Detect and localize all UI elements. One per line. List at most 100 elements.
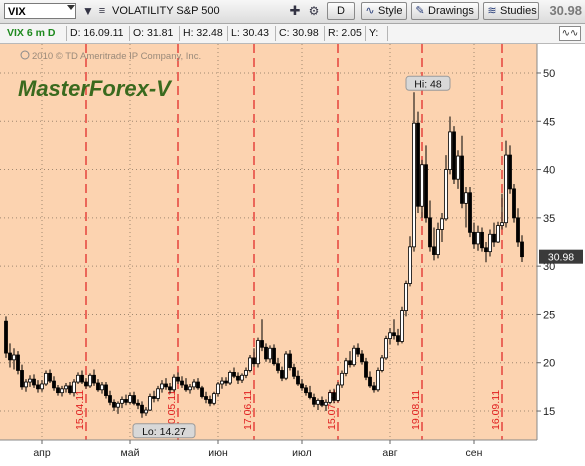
candle-body[interactable] <box>380 357 384 371</box>
candle-body[interactable] <box>296 375 300 385</box>
candle-body[interactable] <box>420 164 424 207</box>
candle-body[interactable] <box>88 374 92 387</box>
candle-body[interactable] <box>192 381 196 388</box>
candle-body[interactable] <box>8 352 12 361</box>
candle-body[interactable] <box>52 380 56 389</box>
candle-body[interactable] <box>184 384 188 391</box>
candle-body[interactable] <box>20 370 24 388</box>
candle-body[interactable] <box>148 396 152 411</box>
candle-body[interactable] <box>368 376 372 387</box>
candle-body[interactable] <box>340 372 344 386</box>
candle-body[interactable] <box>320 399 324 406</box>
symbol-input[interactable]: VIX <box>4 3 76 19</box>
candle-body[interactable] <box>336 384 340 401</box>
period-button[interactable]: D <box>327 2 355 20</box>
candle-body[interactable] <box>244 370 248 376</box>
candle-body[interactable] <box>348 360 352 366</box>
candle-body[interactable] <box>316 399 320 405</box>
candle-body[interactable] <box>44 372 48 385</box>
drawings-button[interactable]: ✎ Drawings <box>411 2 479 20</box>
candle-body[interactable] <box>440 218 444 230</box>
candle-body[interactable] <box>252 357 256 365</box>
candle-body[interactable] <box>472 231 476 245</box>
candle-body[interactable] <box>484 247 488 253</box>
candle-body[interactable] <box>144 409 148 414</box>
candle-body[interactable] <box>256 340 260 365</box>
price-chart[interactable]: 15 20 25 30 35 40 45 50 апр май июн июл авг сен 15.04.… <box>0 44 585 466</box>
candle-body[interactable] <box>60 388 64 394</box>
candle-body[interactable] <box>360 353 364 363</box>
candle-body[interactable] <box>24 381 28 388</box>
candle-body[interactable] <box>492 233 496 243</box>
candle-body[interactable] <box>496 225 500 243</box>
candle-body[interactable] <box>264 346 268 360</box>
candle-body[interactable] <box>436 229 440 255</box>
candle-body[interactable] <box>48 372 52 382</box>
candle-body[interactable] <box>80 374 84 383</box>
candle-body[interactable] <box>488 233 492 253</box>
candle-body[interactable] <box>84 381 88 387</box>
candle-body[interactable] <box>512 188 516 219</box>
candle-body[interactable] <box>220 380 224 385</box>
candle-body[interactable] <box>168 386 172 391</box>
candle-body[interactable] <box>236 375 240 381</box>
candle-body[interactable] <box>112 401 116 408</box>
candle-body[interactable] <box>432 246 436 255</box>
candle-body[interactable] <box>176 376 180 382</box>
candle-body[interactable] <box>180 380 184 386</box>
candle-body[interactable] <box>356 347 360 355</box>
candle-body[interactable] <box>56 387 60 394</box>
candle-body[interactable] <box>4 320 8 354</box>
candle-body[interactable] <box>100 384 104 391</box>
candle-body[interactable] <box>328 392 332 403</box>
candle-body[interactable] <box>152 396 156 399</box>
candle-body[interactable] <box>240 374 244 381</box>
candle-body[interactable] <box>332 392 336 401</box>
candle-body[interactable] <box>188 386 192 391</box>
chart-settings-icon[interactable]: ∿∿ <box>559 26 581 41</box>
candle-body[interactable] <box>208 399 212 404</box>
symbol-dropdown-arrow-icon[interactable] <box>67 5 75 10</box>
candle-body[interactable] <box>280 370 284 379</box>
candle-body[interactable] <box>376 370 380 391</box>
candle-body[interactable] <box>32 378 36 386</box>
candle-body[interactable] <box>460 155 464 204</box>
candle-body[interactable] <box>12 354 16 361</box>
candle-body[interactable] <box>428 217 432 248</box>
candle-body[interactable] <box>216 383 220 395</box>
candle-body[interactable] <box>284 353 288 379</box>
candle-body[interactable] <box>312 397 316 405</box>
candle-body[interactable] <box>200 387 204 397</box>
wrench-icon[interactable]: ⚙ <box>306 3 322 19</box>
candle-body[interactable] <box>412 122 416 248</box>
candle-body[interactable] <box>156 388 160 399</box>
candle-body[interactable] <box>276 363 280 371</box>
studies-button[interactable]: ≋ Studies <box>483 2 539 20</box>
candle-body[interactable] <box>68 385 72 394</box>
candle-body[interactable] <box>392 332 396 337</box>
symbol-lookup-icon[interactable]: ≡ <box>94 3 110 19</box>
candle-body[interactable] <box>248 357 252 371</box>
candle-body[interactable] <box>120 399 124 404</box>
candle-body[interactable] <box>444 169 448 220</box>
candle-body[interactable] <box>388 332 392 339</box>
candle-body[interactable] <box>456 155 460 180</box>
candle-body[interactable] <box>268 347 272 360</box>
candle-body[interactable] <box>300 383 304 389</box>
candle-body[interactable] <box>508 154 512 190</box>
candle-body[interactable] <box>224 380 228 384</box>
candle-body[interactable] <box>140 404 144 414</box>
candle-body[interactable] <box>308 392 312 398</box>
candle-body[interactable] <box>480 231 484 249</box>
candle-body[interactable] <box>124 399 128 403</box>
candle-body[interactable] <box>452 131 456 180</box>
candle-body[interactable] <box>40 383 44 390</box>
candle-body[interactable] <box>408 246 412 284</box>
candle-body[interactable] <box>28 378 32 383</box>
info-symbol-period[interactable]: VIX 6 m D <box>4 26 67 41</box>
candle-body[interactable] <box>416 122 420 207</box>
candle-body[interactable] <box>76 374 80 383</box>
candle-body[interactable] <box>520 241 524 258</box>
candle-body[interactable] <box>132 395 136 404</box>
candle-body[interactable] <box>128 395 132 403</box>
